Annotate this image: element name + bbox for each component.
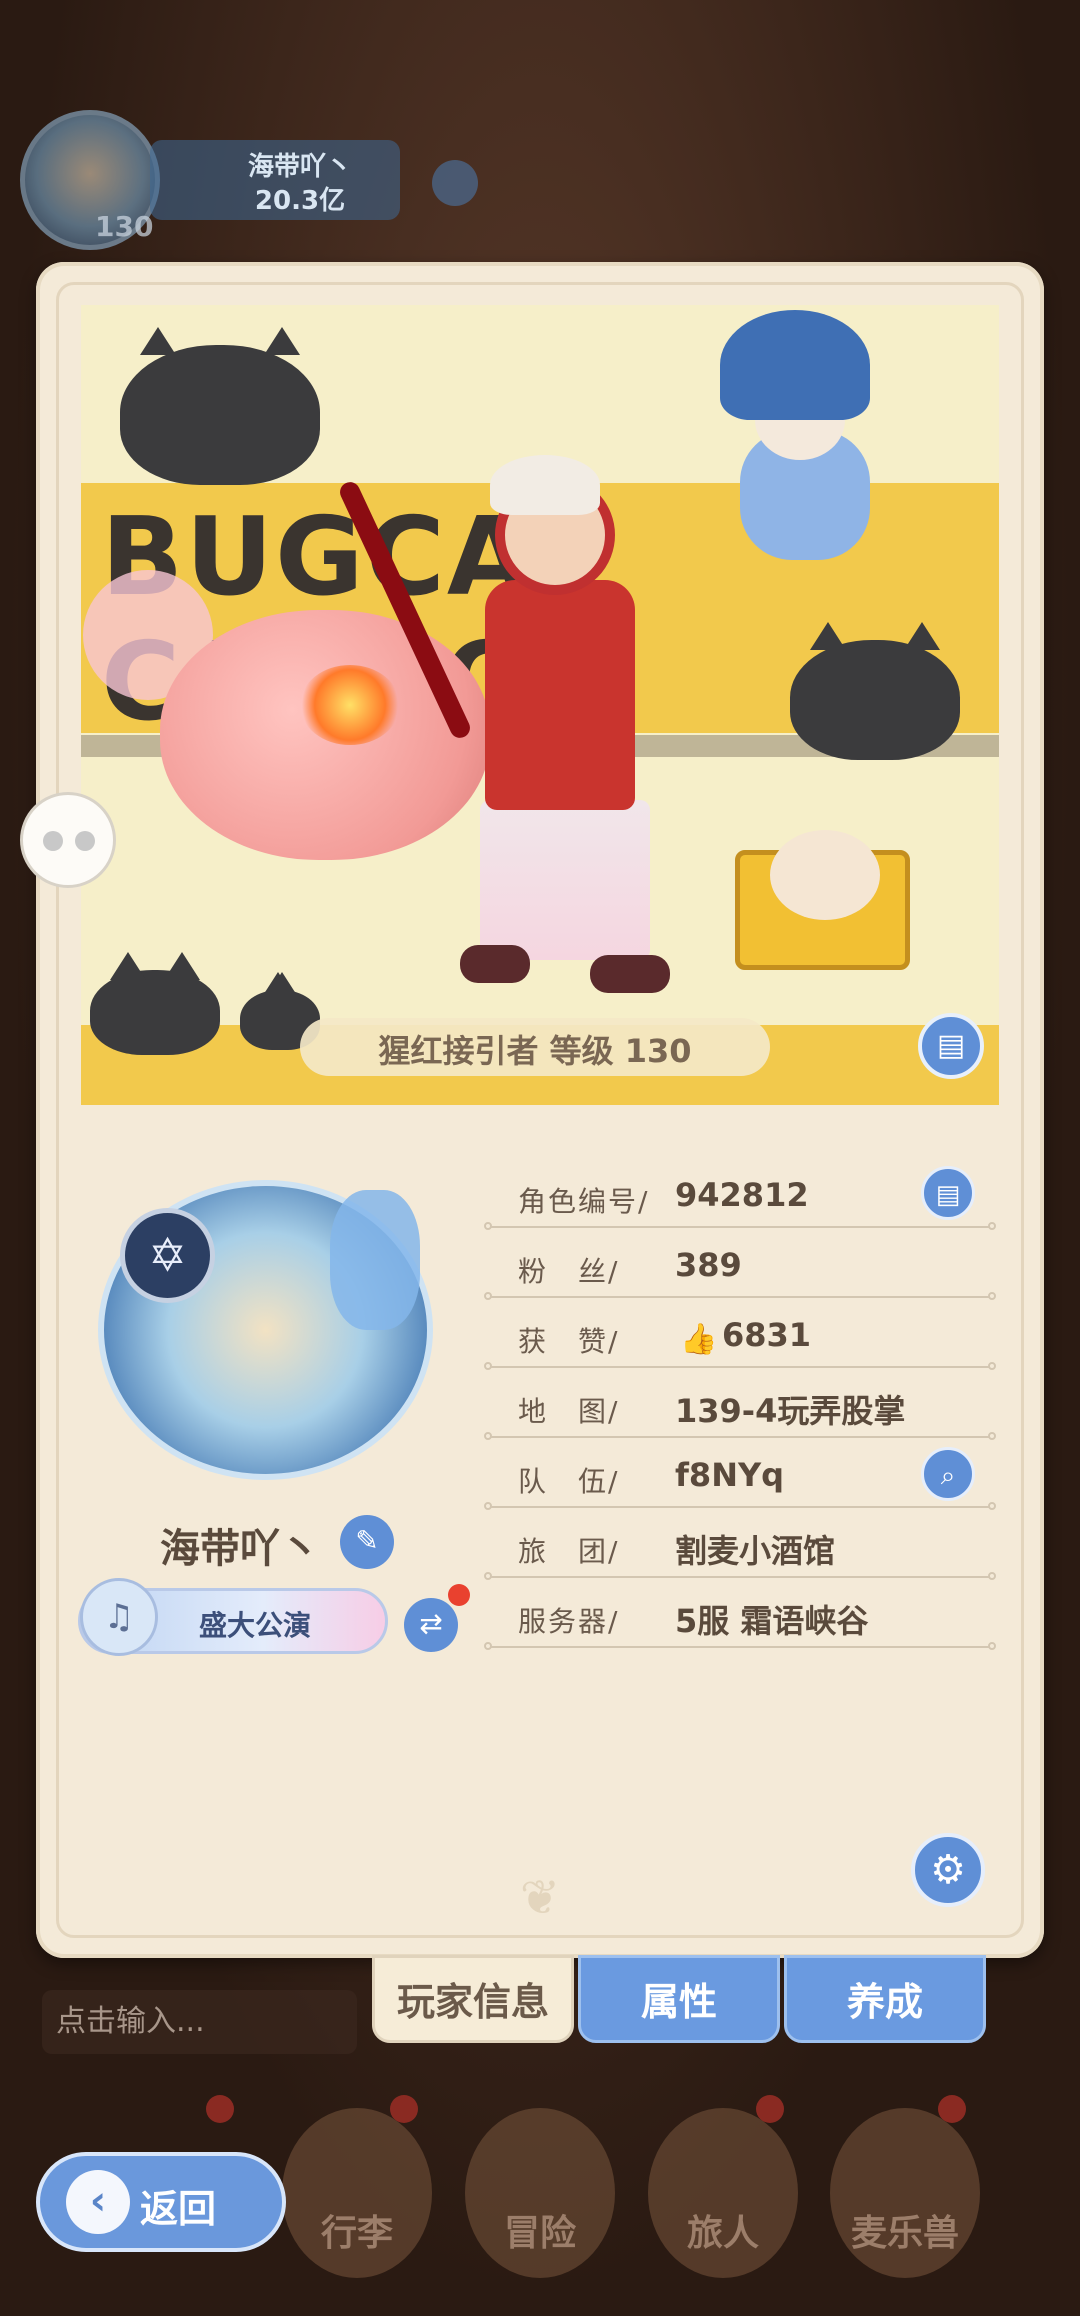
- nav-pets-label: 麦乐兽: [850, 2213, 959, 2254]
- hud-power-value: 20.3亿: [254, 186, 346, 216]
- row-value-fans: 389: [675, 1246, 742, 1284]
- card-ornament: ❦: [519, 1870, 561, 1926]
- microphone-icon: ♫: [80, 1578, 158, 1656]
- nav-adventure-label: 冒险: [503, 2213, 576, 2254]
- capoo-cat-figure: [790, 622, 960, 760]
- notification-dot: [938, 2095, 966, 2123]
- hud-team-icon[interactable]: [432, 160, 478, 206]
- row-value-map: 139-4玩弄股掌: [675, 1392, 906, 1430]
- row-label-team: 队 伍/: [518, 1465, 620, 1498]
- photo-card-icon[interactable]: ▤: [918, 1013, 984, 1079]
- row-label-map: 地 图/: [518, 1395, 620, 1428]
- character-legs: [480, 800, 650, 960]
- row-value-id: 942812: [675, 1176, 809, 1214]
- hud-level: 130: [95, 210, 154, 243]
- character-shoe: [590, 955, 670, 993]
- swap-icon[interactable]: ⇄: [404, 1598, 458, 1652]
- row-label-guild: 旅 团/: [518, 1535, 620, 1568]
- row-divider: [484, 1572, 996, 1580]
- row-value-likes: 6831: [722, 1316, 812, 1354]
- nav-travelers[interactable]: 旅人: [648, 2108, 798, 2278]
- row-divider: [484, 1642, 996, 1650]
- notification-dot: [390, 2095, 418, 2123]
- banner-level-text: 猩红接引者 等级 130: [378, 1032, 692, 1070]
- capoo-cat-figure: [120, 327, 320, 485]
- row-divider: [484, 1432, 996, 1440]
- back-label: 返回: [140, 2187, 217, 2231]
- tab-player-info[interactable]: 玩家信息: [372, 1955, 574, 2043]
- avatar-rank-badge: ✡: [120, 1208, 215, 1303]
- nav-travelers-label: 旅人: [686, 2213, 759, 2254]
- wizard-hat: [720, 310, 870, 420]
- pencil-icon[interactable]: ✎: [340, 1515, 394, 1569]
- nav-bag[interactable]: 行李: [282, 2108, 432, 2278]
- row-value-team: f8NYq: [675, 1456, 785, 1494]
- back-button[interactable]: ‹ 返回: [36, 2152, 286, 2252]
- character-cap: [490, 455, 600, 515]
- hud-player-name: 海带吖丶: [247, 152, 352, 182]
- row-label-fans: 粉 丝/: [518, 1255, 620, 1288]
- chat-input[interactable]: 点击输入...: [42, 1990, 357, 2054]
- capoo-face: [770, 830, 880, 920]
- row-divider: [484, 1222, 996, 1230]
- character-body: [485, 580, 635, 810]
- row-divider: [484, 1502, 996, 1510]
- notification-dot: [756, 2095, 784, 2123]
- avatar-dragon-decoration: [330, 1190, 420, 1330]
- copy-icon[interactable]: ▤: [921, 1166, 975, 1220]
- notification-dot: [448, 1584, 470, 1606]
- gear-icon[interactable]: ⚙: [911, 1833, 985, 1907]
- nav-adventure[interactable]: 冒险: [465, 2108, 615, 2278]
- notification-dot: [206, 2095, 234, 2123]
- nav-pets[interactable]: 麦乐兽: [830, 2108, 980, 2278]
- row-label-server: 服务器/: [518, 1605, 620, 1638]
- tab-growth[interactable]: 养成: [784, 1955, 986, 2043]
- row-value-server: 5服 霜语峡谷: [675, 1602, 869, 1640]
- search-icon[interactable]: ⌕: [921, 1447, 975, 1501]
- title-plate-text: 盛大公演: [198, 1609, 311, 1642]
- row-divider: [484, 1362, 996, 1370]
- fire-effect: [300, 665, 400, 745]
- chevron-left-icon: ‹: [66, 2170, 130, 2234]
- chat-bubble-icon[interactable]: [20, 792, 116, 888]
- row-divider: [484, 1292, 996, 1300]
- tab-attributes[interactable]: 属性: [578, 1955, 780, 2043]
- row-label-likes: 获 赞/: [518, 1325, 620, 1358]
- nav-bag-label: 行李: [320, 2213, 393, 2254]
- profile-name: 海带吖丶: [160, 1526, 320, 1572]
- capoo-cat-figure: [90, 952, 220, 1055]
- thumbs-up-icon: 👍: [680, 1322, 718, 1357]
- row-value-guild: 割麦小酒馆: [675, 1532, 836, 1570]
- character-shoe: [460, 945, 530, 983]
- row-label-id: 角色编号/: [518, 1185, 650, 1218]
